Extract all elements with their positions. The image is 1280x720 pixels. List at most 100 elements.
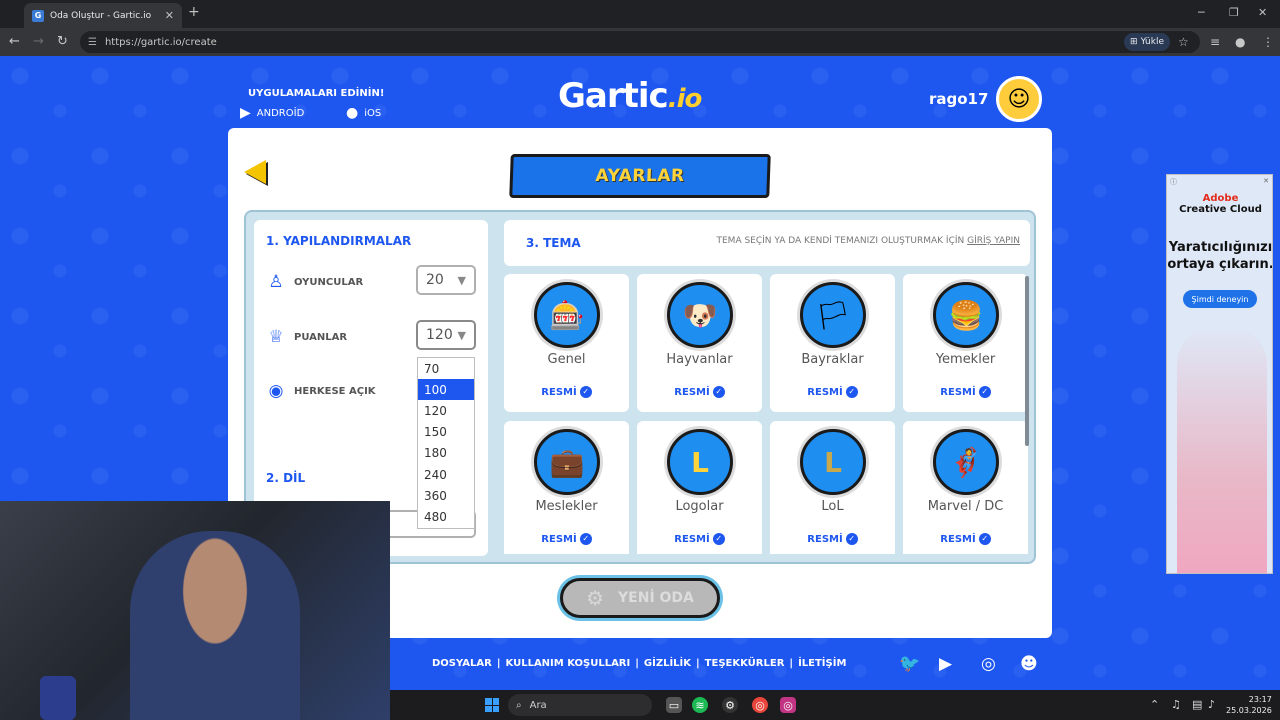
new-room-button[interactable]: ⚙ YENİ ODA [560, 578, 720, 618]
apple-icon: ● [346, 105, 359, 121]
check-icon: ✓ [845, 533, 858, 545]
site-info-icon[interactable]: ☰ [88, 37, 97, 48]
new-tab-icon[interactable]: + [188, 4, 200, 20]
points-value: 120 [426, 327, 453, 343]
instagram-icon[interactable]: ◎ [981, 654, 996, 674]
theme-card-yemekler[interactable]: 🍔 Yemekler RESMİ ✓ [903, 274, 1028, 412]
theme-name: Meslekler [535, 499, 598, 514]
theme-scrollbar[interactable] [1025, 276, 1029, 446]
login-link[interactable]: GİRİŞ YAPIN [967, 236, 1020, 246]
reload-icon[interactable]: ↻ [57, 34, 68, 49]
steam-icon[interactable]: ⚙ [722, 697, 738, 713]
points-option[interactable]: 360 [418, 485, 474, 506]
tray-expand-icon[interactable]: ⌃ [1150, 698, 1159, 711]
avatar[interactable]: ☺ [996, 76, 1042, 122]
ios-link[interactable]: ● iOS [346, 105, 381, 121]
footer-separator: | [696, 658, 700, 669]
ad-info-icon[interactable]: ⓘ [1170, 177, 1177, 187]
chrome-icon[interactable]: ◎ [752, 697, 768, 713]
back-button[interactable] [244, 160, 266, 184]
ad-headline: Yaratıcılığınızı ortaya çıkarın. [1167, 240, 1273, 272]
webcam-overlay [0, 501, 390, 720]
points-option[interactable]: 180 [418, 443, 474, 464]
close-window-icon[interactable]: ✕ [1258, 6, 1267, 19]
spotify-icon[interactable]: ≋ [692, 697, 708, 713]
theme-grid: 🎰 Genel RESMİ ✓ 🐶 Hayvanlar RESMİ ✓ 🏳 Bayr… [504, 274, 1030, 554]
theme-card-bayraklar[interactable]: 🏳 Bayraklar RESMİ ✓ [770, 274, 895, 412]
theme-card-logolar[interactable]: L Logolar RESMİ ✓ [637, 421, 762, 554]
minimize-icon[interactable]: ─ [1198, 6, 1205, 19]
config-section-title: 1. YAPILANDIRMALAR [266, 234, 412, 248]
twitter-icon[interactable]: 🐦 [899, 654, 920, 674]
browser-tab[interactable]: G Oda Oluştur - Gartic.io ✕ [24, 3, 182, 28]
footer-link-privacy[interactable]: GİZLİLİK [644, 658, 691, 669]
lol-icon: L [800, 429, 866, 495]
theme-card-hayvanlar[interactable]: 🐶 Hayvanlar RESMİ ✓ [637, 274, 762, 412]
theme-note: TEMA SEÇİN YA DA KENDİ TEMANIZI OLUŞTURM… [717, 236, 1021, 246]
get-apps-label: UYGULAMALARI EDİNİN! [248, 88, 385, 99]
points-option[interactable]: 240 [418, 464, 474, 485]
footer-separator: | [635, 658, 639, 669]
players-select[interactable]: 20 ▼ [416, 265, 476, 295]
footer-link-thanks[interactable]: TEŞEKKÜRLER [705, 658, 785, 669]
official-badge: RESMİ ✓ [504, 386, 629, 398]
network-icon[interactable]: ▤ [1192, 698, 1202, 711]
url-text[interactable]: https://gartic.io/create [105, 37, 217, 48]
file-explorer-icon[interactable]: ▭ [666, 697, 682, 713]
footer-link-files[interactable]: DOSYALAR [432, 658, 492, 669]
points-option[interactable]: 150 [418, 422, 474, 443]
trophy-icon: ♕ [268, 327, 284, 347]
bookmark-star-icon[interactable]: ☆ [1178, 35, 1189, 49]
microphone-icon[interactable]: ♫ [1171, 698, 1181, 711]
theme-name: Hayvanlar [666, 352, 733, 367]
address-bar[interactable]: ☰ https://gartic.io/create [80, 31, 1200, 53]
discord-icon[interactable]: ☻ [1020, 654, 1038, 674]
new-room-label: YENİ ODA [618, 590, 694, 606]
menu-icon[interactable]: ⋮ [1262, 35, 1274, 49]
points-option[interactable]: 120 [418, 400, 474, 421]
gartic-logo[interactable]: Gartic.io [558, 76, 703, 116]
points-option[interactable]: 480 [418, 506, 474, 527]
install-label: Yükle [1140, 37, 1164, 47]
install-app-button[interactable]: ⊞ Yükle [1124, 33, 1170, 51]
forward-arrow-icon[interactable]: → [33, 34, 44, 49]
taskbar-search[interactable]: ⌕ Ara [508, 694, 652, 716]
volume-icon[interactable]: ♪ [1208, 698, 1215, 711]
close-tab-icon[interactable]: ✕ [165, 9, 174, 22]
points-select[interactable]: 120 ▼ [416, 320, 476, 350]
points-dropdown[interactable]: 70 100 120 150 180 240 360 480 [417, 357, 475, 529]
back-arrow-icon[interactable]: ← [9, 34, 20, 49]
footer-link-contact[interactable]: İLETİŞİM [798, 658, 846, 669]
profile-icon[interactable]: ● [1235, 35, 1245, 49]
android-label: ANDROİD [256, 107, 305, 119]
start-icon[interactable] [485, 698, 499, 712]
theme-card-meslekler[interactable]: 💼 Meslekler RESMİ ✓ [504, 421, 629, 554]
theme-name: Marvel / DC [927, 499, 1004, 514]
avatar-face-icon: ☺ [1007, 86, 1031, 112]
ad-close-icon[interactable]: ✕ [1263, 177, 1269, 185]
players-label: OYUNCULAR [294, 276, 364, 288]
logo-suffix-text: .io [667, 84, 703, 114]
taskbar-clock[interactable]: 23:17 25.03.2026 [1226, 694, 1272, 716]
theme-header: 3. TEMA TEMA SEÇİN YA DA KENDİ TEMANIZI … [504, 220, 1030, 266]
play-store-icon: ▶ [240, 105, 251, 121]
theme-card-lol[interactable]: L LoL RESMİ ✓ [770, 421, 895, 554]
android-link[interactable]: ▶ ANDROİD [240, 105, 304, 121]
footer-link-terms[interactable]: KULLANIM KOŞULLARI [506, 658, 631, 669]
advertisement[interactable]: ⓘ ✕ Adobe Creative Cloud Yaratıcılığınız… [1166, 174, 1273, 574]
restore-icon[interactable]: ❐ [1229, 6, 1239, 19]
public-label: HERKESE AÇIK [294, 385, 376, 397]
instagram-app-icon[interactable]: ◎ [780, 697, 796, 713]
public-setting[interactable]: ◉ HERKESE AÇIK [266, 381, 376, 401]
theme-card-marvel-dc[interactable]: 🦸 Marvel / DC RESMİ ✓ [903, 421, 1028, 554]
user-icon: ♙ [268, 272, 284, 292]
ad-cta-button[interactable]: Şimdi deneyin [1183, 290, 1257, 308]
points-option-highlighted[interactable]: 100 [418, 379, 474, 401]
youtube-icon[interactable]: ▶ [939, 654, 952, 674]
ad-brand-line1: Adobe [1202, 193, 1239, 204]
media-icon[interactable]: ≡ [1210, 35, 1220, 49]
theme-note-text: TEMA SEÇİN YA DA KENDİ TEMANIZI OLUŞTURM… [716, 236, 968, 246]
points-option[interactable]: 70 [418, 358, 474, 379]
theme-card-genel[interactable]: 🎰 Genel RESMİ ✓ [504, 274, 629, 412]
theme-name: Logolar [675, 499, 724, 514]
